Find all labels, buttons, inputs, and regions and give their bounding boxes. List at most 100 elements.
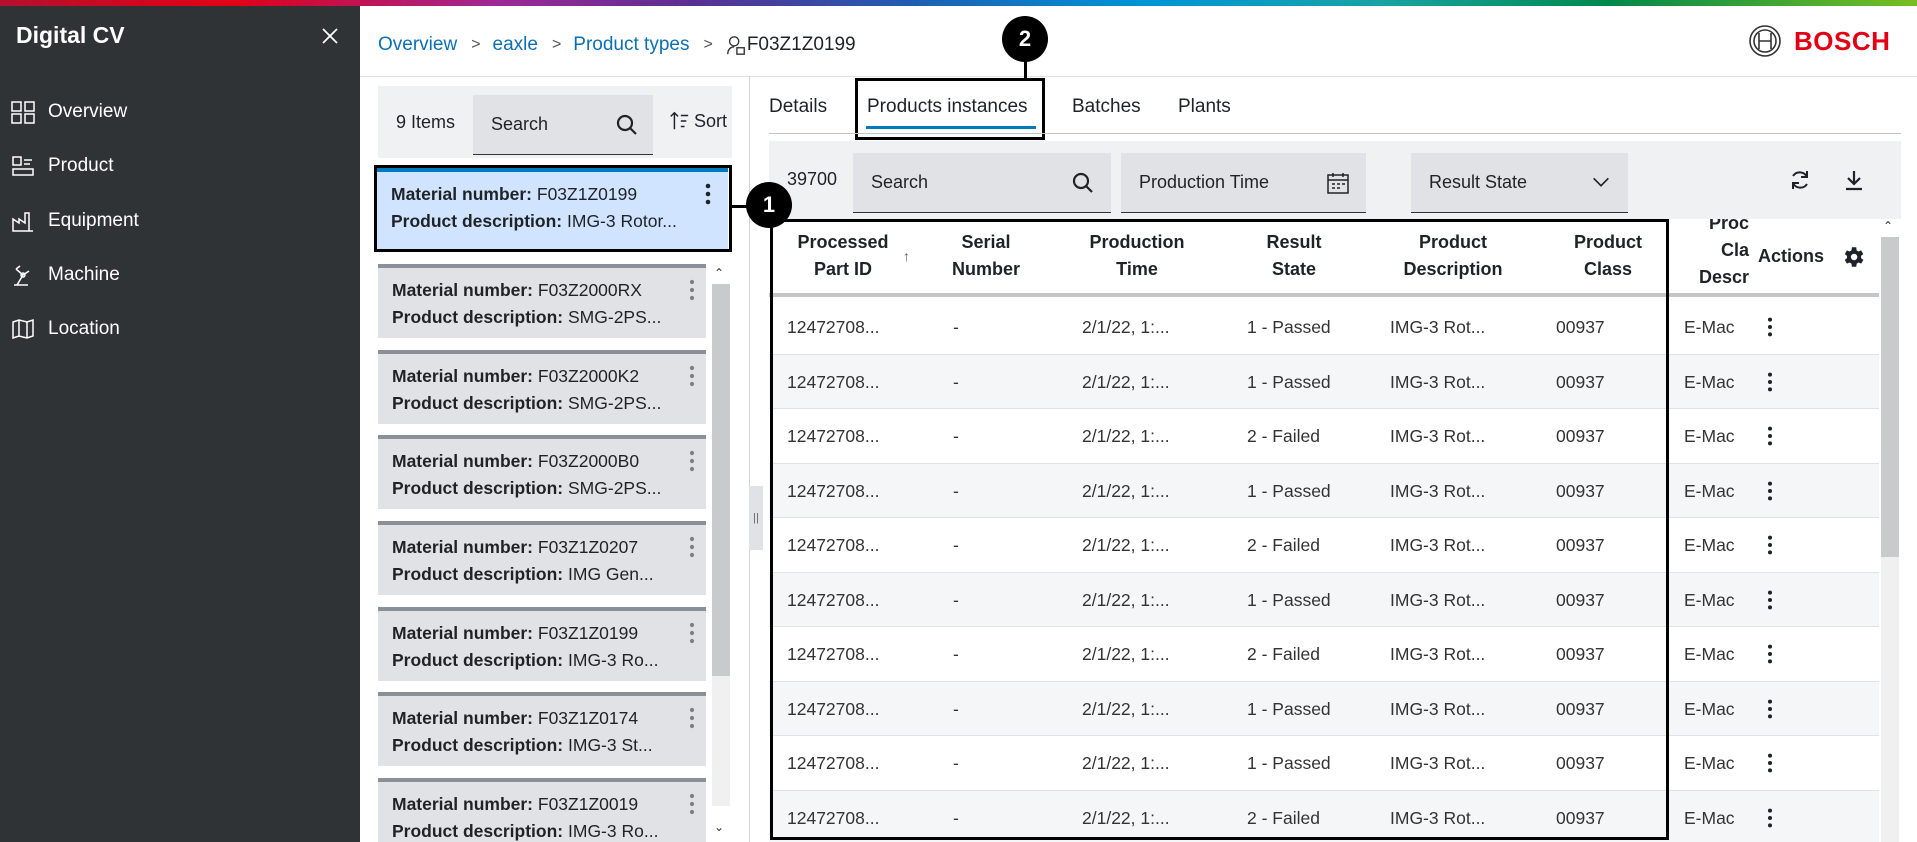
cell-product-class: 00937	[1556, 644, 1605, 664]
production-time-picker[interactable]: Production Time	[1121, 153, 1366, 213]
cell-processed-part-id: 12472708...	[787, 753, 880, 773]
list-item[interactable]: Material number: F03Z1Z0207 Product desc…	[378, 521, 706, 595]
search-icon[interactable]	[615, 113, 639, 137]
more-vertical-icon[interactable]	[686, 792, 698, 816]
product-description: IMG-3 St...	[568, 735, 653, 755]
more-vertical-icon[interactable]	[1764, 534, 1776, 556]
table-row[interactable]: 12472708... - 2/1/22, 1:... 1 - Passed IMG-3…	[769, 463, 1879, 518]
scrollbar-thumb[interactable]	[1881, 237, 1899, 557]
more-vertical-icon[interactable]	[702, 182, 714, 206]
table-row[interactable]: 12472708... - 2/1/22, 1:... 2 - Failed IMG-3…	[769, 518, 1879, 573]
cell-serial-number: -	[953, 753, 959, 773]
result-state-select[interactable]: Result State	[1411, 153, 1628, 213]
more-vertical-icon[interactable]	[1764, 752, 1776, 774]
download-button[interactable]	[1838, 164, 1870, 196]
sidebar-item-machine[interactable]: Machine	[0, 251, 360, 299]
list-item[interactable]: Material number: F03Z1Z0174 Product desc…	[378, 692, 706, 766]
table-search-input[interactable]: Search	[853, 153, 1111, 213]
list-scrollbar[interactable]: ⌃ ⌄	[710, 264, 732, 842]
cell-serial-number: -	[953, 589, 959, 610]
chevron-up-icon[interactable]: ⌃	[1883, 219, 1893, 233]
more-vertical-icon[interactable]	[1764, 807, 1776, 829]
callout-badge-1: 1	[746, 182, 792, 228]
sidebar-item-equipment[interactable]: Equipment	[0, 197, 360, 245]
column-header-processed-part-id[interactable]: Processed Part ID ↑	[769, 219, 917, 293]
cell-product-class: 00937	[1556, 589, 1605, 610]
breadcrumb-link-eaxle[interactable]: eaxle	[493, 34, 538, 56]
product-description: SMG-2PS...	[568, 478, 662, 498]
more-vertical-icon[interactable]	[1764, 589, 1776, 611]
cell-result-state: 1 - Passed	[1247, 317, 1331, 337]
refresh-button[interactable]	[1784, 164, 1816, 196]
column-header-product-class-description[interactable]: Proc Cla Descr	[1683, 219, 1757, 293]
breadcrumb-link-overview[interactable]: Overview	[378, 34, 457, 56]
sidebar-item-overview[interactable]: Overview	[0, 88, 360, 136]
chevron-down-icon[interactable]	[1590, 171, 1612, 193]
more-vertical-icon[interactable]	[686, 706, 698, 730]
chevron-right-icon: >	[471, 36, 481, 53]
sort-button[interactable]: Sort	[668, 110, 727, 132]
column-header-product-class[interactable]: Product Class	[1543, 219, 1673, 293]
cell-processed-part-id: 12472708...	[787, 644, 880, 664]
splitter-handle[interactable]: ||	[749, 486, 763, 550]
sidebar-item-location[interactable]: Location	[0, 305, 360, 353]
table-item-count: 39700	[787, 169, 838, 189]
more-vertical-icon[interactable]	[686, 278, 698, 302]
table-row[interactable]: 12472708... - 2/1/22, 1:... 1 - Passed IMG-3…	[769, 300, 1879, 355]
table-row[interactable]: 12472708... - 2/1/22, 1:... 2 - Failed IMG-3…	[769, 790, 1879, 842]
table-row[interactable]: 12472708... - 2/1/22, 1:... 1 - Passed IMG-3…	[769, 681, 1879, 736]
calendar-icon[interactable]	[1326, 171, 1350, 195]
tab-products-instances[interactable]: Products instances	[867, 96, 1028, 118]
sidebar-item-product[interactable]: Product	[0, 142, 360, 190]
more-vertical-icon[interactable]	[686, 535, 698, 559]
download-icon	[1846, 171, 1862, 191]
product-description: IMG-3 Rotor...	[567, 211, 677, 231]
table-row[interactable]: 12472708... - 2/1/22, 1:... 2 - Failed IMG-3…	[769, 409, 1879, 464]
tab-plants[interactable]: Plants	[1178, 96, 1231, 118]
list-item[interactable]: Material number: F03Z1Z0199 Product desc…	[378, 607, 706, 681]
more-vertical-icon[interactable]	[1764, 425, 1776, 447]
table-row[interactable]: 12472708... - 2/1/22, 1:... 1 - Passed IMG-3…	[769, 354, 1879, 409]
chevron-up-icon[interactable]: ⌃	[714, 266, 724, 280]
table-scrollbar[interactable]: ⌃	[1879, 219, 1901, 842]
gear-icon[interactable]	[1840, 244, 1866, 270]
more-vertical-icon[interactable]	[1764, 371, 1776, 393]
chevron-down-icon[interactable]: ⌄	[714, 820, 724, 834]
cell-result-state: 2 - Failed	[1247, 535, 1320, 555]
cell-product-class-description: E-Mac	[1684, 317, 1735, 337]
more-vertical-icon[interactable]	[686, 621, 698, 645]
map-icon	[10, 316, 36, 342]
cell-processed-part-id: 12472708...	[787, 807, 880, 828]
tab-batches[interactable]: Batches	[1072, 96, 1141, 118]
sort-icon	[670, 111, 689, 130]
column-header-production-time[interactable]: Production Time	[1059, 219, 1215, 293]
close-icon[interactable]	[318, 24, 342, 48]
search-icon[interactable]	[1071, 171, 1095, 195]
column-header-product-description[interactable]: Product Description	[1373, 219, 1533, 293]
more-vertical-icon[interactable]	[686, 449, 698, 473]
more-vertical-icon[interactable]	[686, 364, 698, 388]
more-vertical-icon[interactable]	[1764, 480, 1776, 502]
breadcrumb-link-product-types[interactable]: Product types	[573, 34, 689, 56]
tab-details[interactable]: Details	[769, 96, 827, 118]
table-row[interactable]: 12472708... - 2/1/22, 1:... 1 - Passed IMG-3…	[769, 736, 1879, 791]
factory-icon	[10, 208, 36, 234]
list-item[interactable]: Material number: F03Z2000K2 Product desc…	[378, 350, 706, 424]
more-vertical-icon[interactable]	[1764, 643, 1776, 665]
list-item[interactable]: Material number: F03Z2000RX Product desc…	[378, 264, 706, 338]
table-row[interactable]: 12472708... - 2/1/22, 1:... 1 - Passed IMG-3…	[769, 572, 1879, 627]
more-vertical-icon[interactable]	[1764, 698, 1776, 720]
scrollbar-thumb[interactable]	[712, 284, 730, 676]
cell-product-description: IMG-3 Rot...	[1390, 589, 1486, 610]
table-row[interactable]: 12472708... - 2/1/22, 1:... 2 - Failed IMG-3…	[769, 627, 1879, 682]
list-item[interactable]: Material number: F03Z1Z0019 Product desc…	[378, 778, 706, 842]
cell-result-state: 1 - Passed	[1247, 480, 1331, 501]
more-vertical-icon[interactable]	[1764, 316, 1776, 338]
cell-product-class: 00937	[1556, 698, 1605, 719]
column-header-result-state[interactable]: Result State	[1229, 219, 1359, 293]
column-header-serial-number[interactable]: Serial Number	[921, 219, 1051, 293]
product-description: IMG-3 Ro...	[568, 821, 659, 841]
list-search-input[interactable]: Search	[473, 95, 653, 155]
list-item[interactable]: Material number: F03Z2000B0 Product desc…	[378, 435, 706, 509]
list-item[interactable]: Material number: F03Z1Z0199 Product desc…	[377, 168, 728, 250]
